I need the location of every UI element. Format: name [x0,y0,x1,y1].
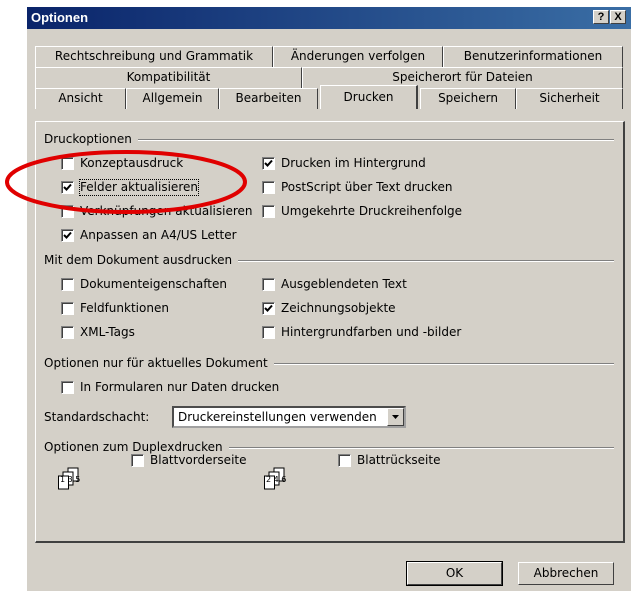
checkbox-box[interactable] [338,454,351,467]
checkbox-box[interactable] [61,381,74,394]
tab-aenderungen[interactable]: Änderungen verfolgen [273,46,443,67]
ok-button[interactable]: OK [406,561,503,586]
group-mit-dokument: Mit dem Dokument ausdrucken [44,253,614,267]
tab-kompatibilitaet[interactable]: Kompatibilität [35,67,302,88]
checkbox-box[interactable] [61,157,74,170]
checkbox-box-checked[interactable] [262,157,275,170]
checkbox-box[interactable] [262,326,275,339]
checkbox-box[interactable] [61,302,74,315]
checkmark-icon [264,304,273,312]
group-label: Mit dem Dokument ausdrucken [44,253,239,267]
checkbox-box[interactable] [61,205,74,218]
cancel-button[interactable]: Abbrechen [518,562,614,585]
checkbox-label: Hintergrundfarben und -bilder [281,325,462,339]
checkbox-box-checked[interactable] [61,181,74,194]
checkbox-label: In Formularen nur Daten drucken [80,380,280,394]
standardschacht-label: Standardschacht: [44,410,150,424]
tab-drucken[interactable]: Drucken [320,85,418,109]
checkbox-box[interactable] [262,278,275,291]
tab-rechtschreibung[interactable]: Rechtschreibung und Grammatik [35,46,273,67]
duplex-front-pages: 1 3 5 [60,475,81,484]
checkmark-icon [63,183,72,191]
help-button[interactable]: ? [593,10,609,24]
checkbox-label: Anpassen an A4/US Letter [80,228,237,242]
group-label: Optionen nur für aktuelles Dokument [44,356,274,370]
checkbox-label: Ausgeblendeten Text [281,277,407,291]
checkbox-box[interactable] [61,326,74,339]
tab-speichern[interactable]: Speichern [420,88,516,109]
checkmark-icon [63,231,72,239]
checkbox-label: Dokumenteigenschaften [80,277,227,291]
tab-ansicht[interactable]: Ansicht [35,88,126,109]
checkbox-box-checked[interactable] [262,302,275,315]
checkbox-label: Drucken im Hintergrund [281,156,426,170]
checkmark-icon [264,159,273,167]
checkbox-label: Zeichnungsobjekte [281,301,396,315]
dropdown-arrow-button[interactable] [387,408,404,426]
checkbox-label: Blattrückseite [357,453,441,467]
checkbox-box[interactable] [262,205,275,218]
drucken-panel: Druckoptionen Konzeptausdruck Felder akt… [35,121,625,543]
checkbox-box-checked[interactable] [61,229,74,242]
checkbox-label: Umgekehrte Druckreihenfolge [281,204,463,218]
duplex-back-icon: 2 4 6 [264,467,294,491]
group-druckoptionen: Druckoptionen [44,132,614,146]
duplex-front-icon: 1 3 5 [58,467,88,491]
group-label: Druckoptionen [44,132,138,146]
select-value: Druckereinstellungen verwenden [178,410,377,424]
options-dialog: Optionen ? X Rechtschreibung und Grammat… [26,6,631,591]
duplex-back-pages: 2 4 6 [266,475,287,484]
close-button[interactable]: X [610,10,626,24]
checkbox-label: Blattvorderseite [150,453,247,467]
checkbox-label: Felder aktualisieren [79,179,199,196]
checkbox-box[interactable] [61,278,74,291]
title-bar: Optionen ? X [27,7,631,29]
group-aktuelles-dokument: Optionen nur für aktuelles Dokument [44,356,614,370]
tab-benutzerinformationen[interactable]: Benutzerinformationen [443,46,623,67]
chevron-down-icon [392,415,399,419]
checkbox-label: Verknüpfungen aktualisieren [80,204,253,218]
window-title: Optionen [31,10,89,25]
group-label: Optionen zum Duplexdrucken [44,440,229,454]
checkbox-label: PostScript über Text drucken [281,180,453,194]
checkbox-label: Feldfunktionen [80,301,169,315]
tab-bearbeiten[interactable]: Bearbeiten [219,88,318,109]
checkbox-label: XML-Tags [80,325,135,339]
tab-sicherheit[interactable]: Sicherheit [516,88,623,109]
checkbox-box[interactable] [131,454,144,467]
checkbox-label: Konzeptausdruck [80,156,184,170]
checkbox-box[interactable] [262,181,275,194]
tab-allgemein[interactable]: Allgemein [126,88,219,109]
standardschacht-select[interactable]: Druckereinstellungen verwenden [172,406,406,428]
group-duplex: Optionen zum Duplexdrucken [44,440,614,454]
